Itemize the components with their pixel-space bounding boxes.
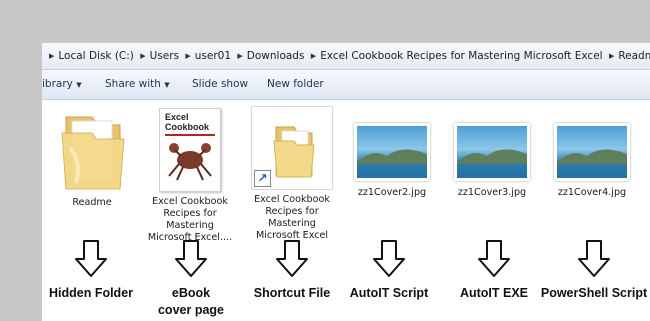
annotation-label: PowerShell Script <box>540 286 648 300</box>
chevron-right-icon: ▶ <box>237 52 243 60</box>
annotation-label: Shortcut File <box>253 286 331 300</box>
file-item-image[interactable]: zz1Cover2.jpg <box>346 103 438 199</box>
annotation-shortcut-file: Shortcut File <box>237 239 347 302</box>
shortcut-arrow-icon: ↗ <box>254 170 271 187</box>
share-with-label: Share with <box>105 78 161 90</box>
cover-rule <box>165 134 215 136</box>
slide-show-button[interactable]: Slide show <box>192 70 248 99</box>
file-item-image[interactable]: zz1Cover4.jpg <box>546 103 638 199</box>
file-name: zz1Cover4.jpg <box>557 187 627 198</box>
file-item-ebook[interactable]: Excel Cookbook Excel Cookbook Recipes fo… <box>144 103 236 244</box>
file-name: zz1Cover3.jpg <box>457 187 527 198</box>
file-item-readme[interactable]: Readme <box>46 103 138 209</box>
annotation-hidden-folder: Hidden Folder <box>42 239 146 302</box>
ebook-cover-thumbnail: Excel Cookbook <box>159 108 221 192</box>
shortcut-thumbnail: ↗ <box>251 106 333 190</box>
dropdown-arrow-icon: ▼ <box>164 81 170 89</box>
down-arrow-icon <box>578 240 610 277</box>
landscape-image-thumbnail <box>354 123 430 181</box>
breadcrumb-item[interactable]: Downloads <box>247 43 305 69</box>
annotation-powershell-script: PowerShell Script <box>539 239 649 302</box>
landscape-image-thumbnail <box>554 123 630 181</box>
file-name: Readme <box>72 197 112 208</box>
annotation-label: eBook cover page <box>157 286 224 317</box>
address-bar[interactable]: ▶ Local Disk (C:) ▶ Users ▶ user01 ▶ Downloa… <box>42 43 650 70</box>
chevron-right-icon: ▶ <box>185 52 191 60</box>
down-arrow-icon <box>276 240 308 277</box>
chevron-right-icon: ▶ <box>49 52 55 60</box>
down-arrow-icon <box>75 240 107 277</box>
explorer-window: ▶ Local Disk (C:) ▶ Users ▶ user01 ▶ Downloa… <box>42 43 650 321</box>
file-item-shortcut[interactable]: ↗ Excel Cookbook Recipes for Mastering M… <box>246 103 338 242</box>
library-label: ibrary <box>42 78 73 90</box>
file-name: zz1Cover2.jpg <box>357 187 427 198</box>
file-name: Excel Cookbook Recipes for Mastering Mic… <box>147 196 233 243</box>
annotation-label: AutoIT EXE <box>459 286 529 300</box>
down-arrow-icon <box>175 240 207 277</box>
chevron-right-icon: ▶ <box>608 52 615 60</box>
dropdown-arrow-icon: ▼ <box>76 81 82 89</box>
breadcrumb: ▶ Local Disk (C:) ▶ Users ▶ user01 ▶ Downloa… <box>46 43 650 69</box>
annotation-ebook-cover: eBook cover page <box>135 239 247 319</box>
crab-illustration-icon <box>168 143 212 181</box>
cover-title-top: Excel <box>165 112 189 122</box>
breadcrumb-item[interactable]: Users <box>150 43 179 69</box>
annotation-autoit-exe: AutoIT EXE <box>439 239 549 302</box>
annotation-label: AutoIT Script <box>349 286 429 300</box>
breadcrumb-item[interactable]: Local Disk (C:) <box>58 43 134 69</box>
breadcrumb-item[interactable]: user01 <box>195 43 231 69</box>
cover-title-bottom: Cookbook <box>165 122 209 132</box>
chevron-right-icon: ▶ <box>310 52 317 60</box>
annotation-label: Hidden Folder <box>48 286 134 300</box>
new-folder-button[interactable]: New folder <box>267 70 324 99</box>
chevron-right-icon: ▶ <box>140 52 146 60</box>
annotation-autoit-script: AutoIT Script <box>334 239 444 302</box>
file-item-image[interactable]: zz1Cover3.jpg <box>446 103 538 199</box>
library-menu-button[interactable]: ibrary ▼ <box>42 70 82 100</box>
command-bar: ibrary ▼ Share with ▼ Slide show New fol… <box>42 70 650 100</box>
file-name: Excel Cookbook Recipes for Mastering Mic… <box>254 194 330 241</box>
share-with-button[interactable]: Share with ▼ <box>105 70 170 100</box>
down-arrow-icon <box>478 240 510 277</box>
breadcrumb-item[interactable]: Readme <box>618 43 650 69</box>
landscape-image-thumbnail <box>454 123 530 181</box>
down-arrow-icon <box>373 240 405 277</box>
folder-icon <box>52 103 132 193</box>
breadcrumb-item[interactable]: Excel Cookbook Recipes for Mastering Mic… <box>320 43 602 69</box>
